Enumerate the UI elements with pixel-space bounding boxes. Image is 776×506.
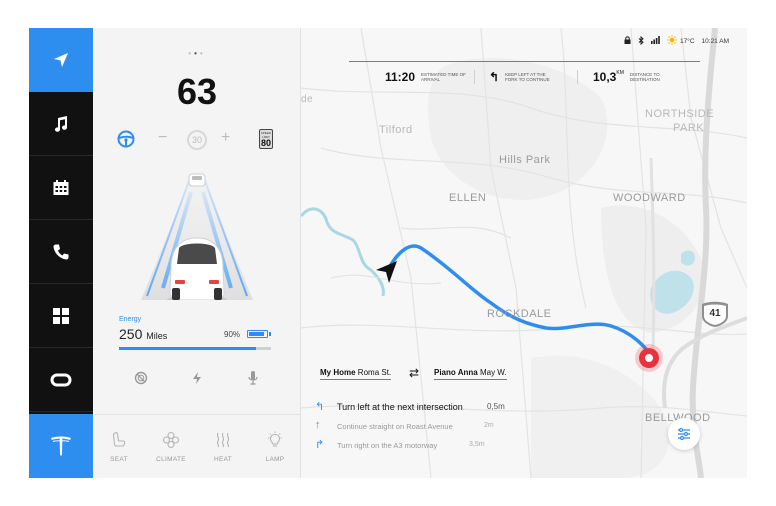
status-bar: 17°C 10:21 AM [624,35,729,47]
energy-title: Energy [119,316,142,323]
lamp-icon [268,431,282,447]
battery-fill [249,332,264,336]
sidebar-item-tesla[interactable] [29,414,93,478]
sun-icon [667,35,677,47]
route-origin[interactable]: My Home Roma St. [320,368,392,380]
turn-left-icon: ↰ [315,401,325,413]
apps-grid-icon [53,307,69,324]
microphone-icon [248,371,258,385]
sidebar-item-music[interactable] [29,92,93,156]
lightning-icon [193,372,201,384]
page-indicator[interactable]: ••• [93,49,301,58]
range-miles: 250 Miles [119,326,168,342]
seat-icon [112,432,126,447]
seat-button[interactable]: SEAT [93,431,145,463]
navigation-icon [54,53,68,67]
direction-step[interactable]: ↰ Turn left at the next intersection 0,5… [315,400,615,419]
autopilot-visualization [93,172,301,305]
climate-bar: SEAT CLIMATE HEAT LAMP [93,414,301,478]
climate-button[interactable]: CLIMATE [145,431,197,463]
mute-button[interactable] [131,368,151,388]
map-label: ELLEN [449,192,487,204]
next-turn: ↰ KEEP LEFT AT THE FORK TO CONTINUE [489,70,550,84]
sidebar-item-camera[interactable] [29,348,93,412]
map-label: PARK [673,122,705,134]
no-sound-icon [134,371,148,385]
sidebar-item-apps[interactable] [29,284,93,348]
direction-step[interactable]: ↱ Turn right on the A3 motorway 3,5m [315,438,615,457]
steering-wheel-icon[interactable] [117,130,135,153]
directions-list: ↰ Turn left at the next intersection 0,5… [315,400,615,457]
distance-remaining: 10,3KM DISTANCE TO DESTINATION [593,70,660,84]
turn-right-icon: ↱ [315,439,325,451]
sidebar-item-calendar[interactable] [29,156,93,220]
lock-icon [624,36,631,46]
speed-limit-sign: SPEED LIMIT 80 [259,129,273,149]
signal-icon [651,36,660,46]
quick-controls [93,368,301,388]
current-location-icon [376,261,397,283]
lead-car-icon [188,173,206,187]
voice-button[interactable] [243,368,263,388]
car-dashboard: ••• 63 − 30 + SPEED LIMIT 80 Energy 250 … [29,28,747,478]
sidebar [29,28,93,478]
energy-bar [119,347,271,350]
sliders-icon [678,428,690,440]
energy-bar-fill [119,347,256,350]
battery-icon [247,330,268,338]
sidebar-item-phone[interactable] [29,220,93,284]
clock: 10:21 AM [701,37,729,45]
direction-step[interactable]: ↑ Continue straight on Roast Avenue 2m [315,419,615,438]
lamp-button[interactable]: LAMP [249,431,301,463]
destination-pin-icon [639,348,659,368]
swap-route-icon[interactable]: ⇄ [409,366,419,380]
energy-widget: Energy 250 Miles 90% [119,316,279,350]
own-car-icon [167,237,227,305]
trip-summary: 11:20 ESTIMATED TIME OF ARRIVAL ↰ KEEP L… [349,61,700,91]
eta: 11:20 ESTIMATED TIME OF ARRIVAL [385,70,466,84]
highway-shield: 41 [699,300,731,328]
temperature: 17°C [680,37,695,45]
cruise-plus-button[interactable]: + [221,129,230,147]
keep-left-arrow-icon: ↰ [489,70,500,84]
battery-percent: 90% [224,330,241,339]
cruise-minus-button[interactable]: − [158,129,167,147]
cruise-set-speed: 30 [187,130,207,150]
heat-button[interactable]: HEAT [197,431,249,463]
bluetooth-icon [638,35,644,47]
straight-arrow-icon: ↑ [315,419,321,431]
calendar-icon [53,179,69,195]
map-label: Hills Park [499,154,551,166]
cruise-control-row: − 30 + SPEED LIMIT 80 [93,129,301,151]
power-button[interactable] [187,368,207,388]
heat-icon [216,432,230,448]
music-icon [55,115,68,132]
sidebar-item-navigation[interactable] [29,28,93,92]
camera-icon [50,373,72,386]
route-destination[interactable]: Piano Anna May W. [434,368,507,380]
map-label: Tilford [379,124,413,136]
navigation-map[interactable]: de Tilford Hills Park ELLEN WOODWARD NOR… [301,28,747,478]
vehicle-panel: ••• 63 − 30 + SPEED LIMIT 80 Energy 250 … [93,28,301,478]
map-label: WOODWARD [613,192,686,204]
map-label: NORTHSIDE [645,108,715,120]
current-speed: 63 [176,71,218,112]
tesla-logo-icon [51,436,71,456]
phone-icon [53,244,69,259]
map-settings-button[interactable] [668,418,700,450]
map-label: ROCKDALE [487,308,552,320]
map-label: de [301,94,314,105]
fan-icon [162,431,180,449]
